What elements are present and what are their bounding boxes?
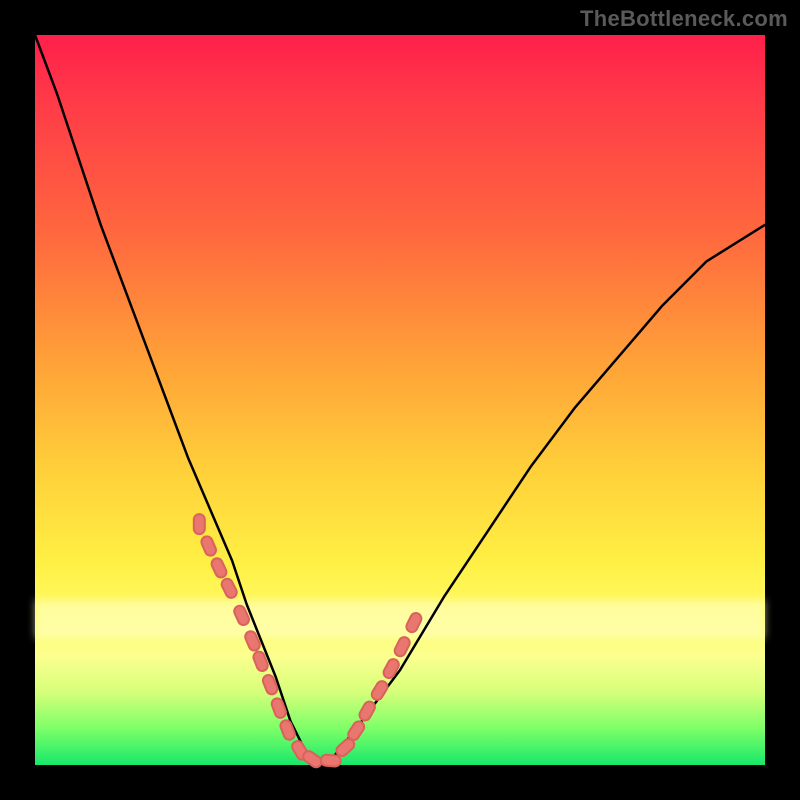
highlight-dot xyxy=(382,657,401,680)
highlight-dot xyxy=(320,754,341,767)
highlight-dot xyxy=(210,557,228,580)
highlight-dot xyxy=(358,700,377,723)
plot-area xyxy=(35,35,765,765)
curve-svg xyxy=(35,35,765,765)
highlight-dot xyxy=(220,577,239,600)
highlight-dot xyxy=(270,697,287,720)
highlight-dot xyxy=(194,514,205,534)
outer-black-frame: TheBottleneck.com xyxy=(0,0,800,800)
highlight-dot xyxy=(200,535,218,558)
watermark-text: TheBottleneck.com xyxy=(580,6,788,32)
highlight-dot xyxy=(346,719,366,742)
highlight-dot xyxy=(279,719,297,742)
highlight-dot xyxy=(370,679,390,702)
highlight-dot xyxy=(405,611,424,634)
